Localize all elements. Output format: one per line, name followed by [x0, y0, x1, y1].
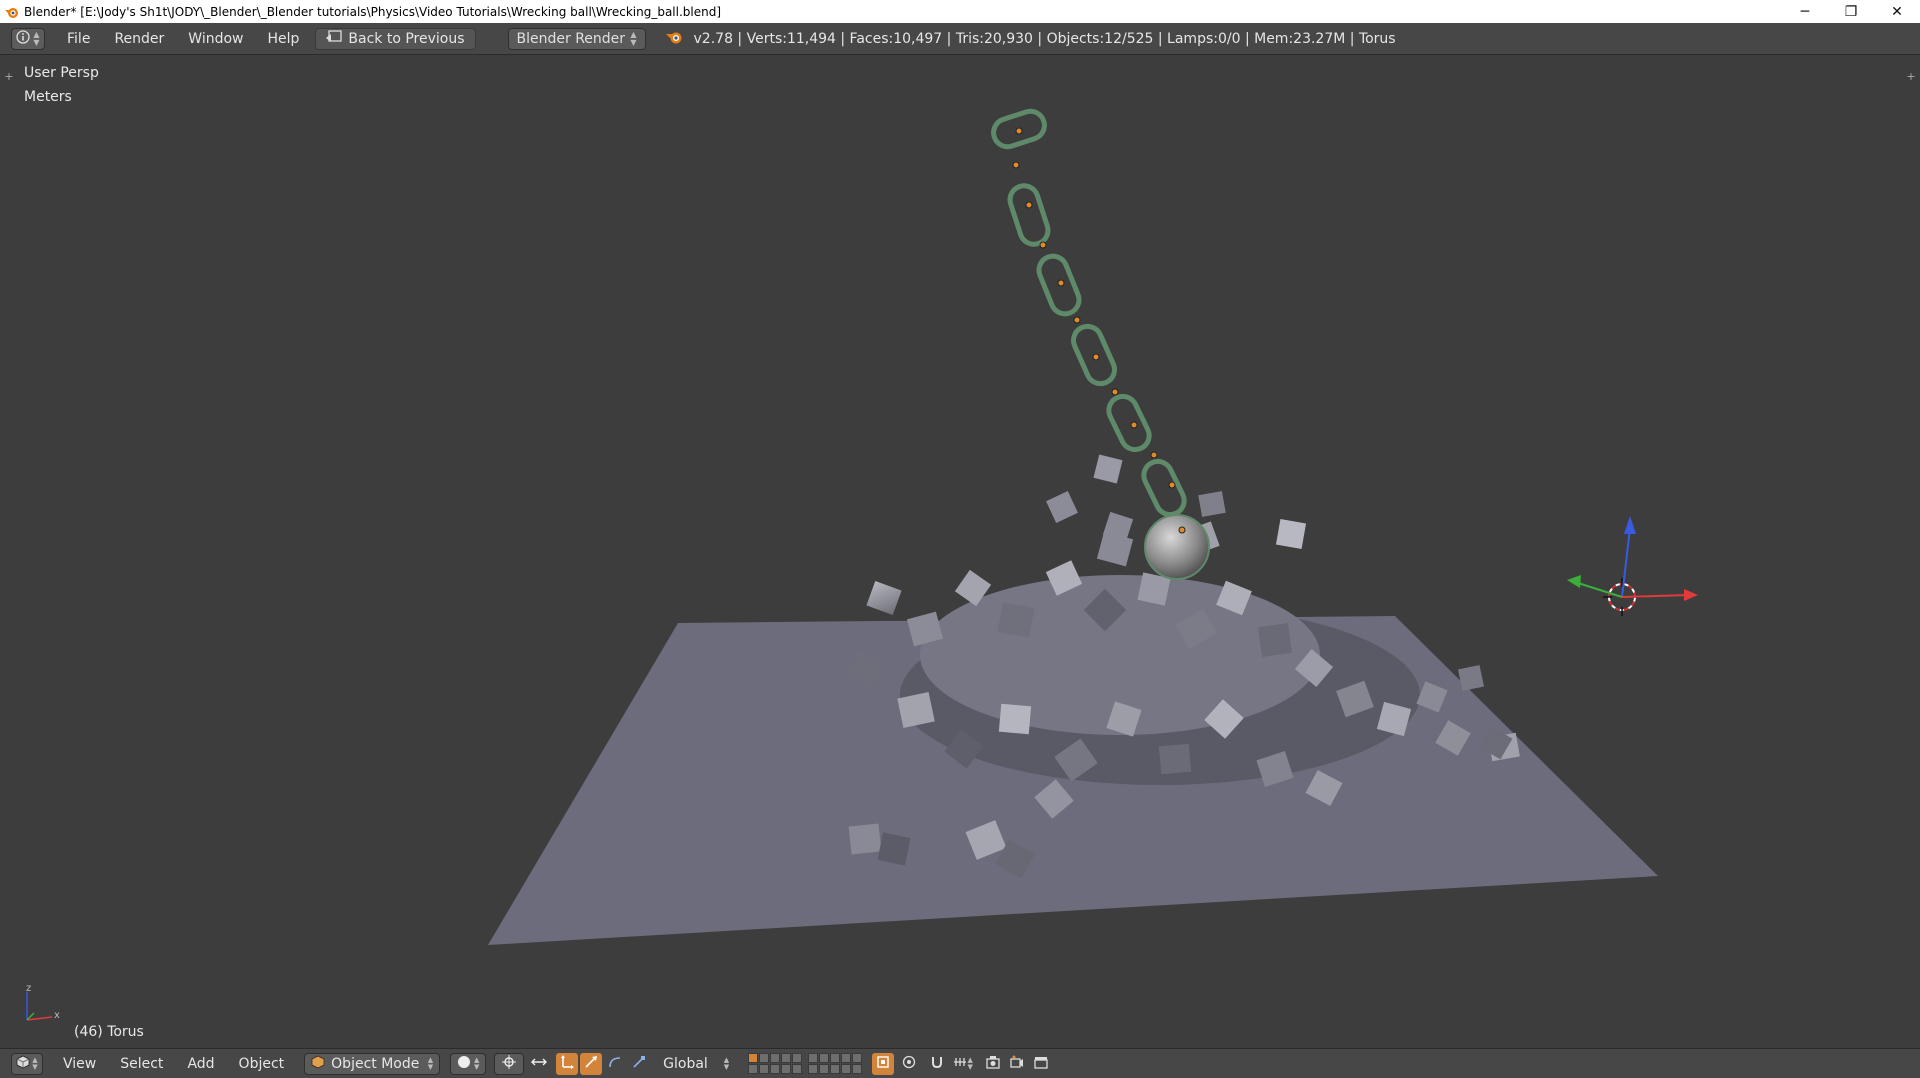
- proportional-editing-button[interactable]: [898, 1053, 920, 1075]
- rotate-icon: [584, 1055, 598, 1073]
- mode-select[interactable]: Object Mode ▲ ▼: [304, 1052, 441, 1075]
- render-engine-select[interactable]: Blender Render ▲ ▼: [507, 27, 646, 50]
- active-object-label: (46) Torus: [74, 1024, 144, 1040]
- window-title: Blender* [E:\Jody's Sh1t\JODY\_Blender\_…: [24, 4, 722, 19]
- proportional-editing-icon: [902, 1055, 916, 1073]
- blender-logo-icon: [665, 29, 684, 49]
- magnet-icon: [930, 1055, 944, 1073]
- render-opengl-image-button[interactable]: [982, 1053, 1004, 1075]
- render-animation-icon: [1010, 1055, 1024, 1073]
- layers-group-1[interactable]: [748, 1053, 803, 1074]
- close-button[interactable]: ✕: [1874, 0, 1920, 23]
- render-still-icon: [986, 1055, 1000, 1073]
- menu-object[interactable]: Object: [227, 1056, 297, 1072]
- menu-select[interactable]: Select: [108, 1056, 175, 1072]
- chevron-updown-icon: ▲ ▼: [630, 29, 637, 47]
- chevron-updown-icon: ▲ ▼: [967, 1055, 973, 1071]
- chevron-updown-icon: ▲ ▼: [33, 29, 40, 47]
- layers-group-2[interactable]: [808, 1053, 863, 1074]
- translate-icon: [560, 1054, 575, 1073]
- clapperboard-icon: [1034, 1055, 1048, 1073]
- chevron-updown-icon: ▲ ▼: [427, 1055, 434, 1071]
- scene-stats: v2.78 | Verts:11,494 | Faces:10,497 | Tr…: [665, 29, 1396, 49]
- pivot-point-select[interactable]: [494, 1052, 525, 1075]
- snap-increment-icon: [953, 1055, 967, 1073]
- viewport-shading-select[interactable]: ▲ ▼: [450, 1052, 487, 1075]
- scale-manipulator-button[interactable]: [604, 1053, 626, 1075]
- object-mode-icon: [311, 1055, 325, 1073]
- rotate-manipulator-button[interactable]: [580, 1052, 603, 1075]
- view-axis-widget: [26, 992, 53, 1021]
- axis-z-label: z: [26, 983, 32, 994]
- screen-back-icon: [326, 29, 343, 48]
- wrecking-ball: [1144, 514, 1210, 580]
- translate-manipulator-button[interactable]: [556, 1052, 579, 1075]
- menu-add[interactable]: Add: [175, 1056, 226, 1072]
- back-to-previous-label: Back to Previous: [348, 30, 465, 47]
- blender-logo-icon: [4, 4, 20, 20]
- restore-button[interactable]: ❐: [1828, 0, 1874, 23]
- editor-type-selector[interactable]: ▲ ▼: [11, 1052, 43, 1075]
- chevron-updown-icon: ▲ ▼: [32, 1055, 38, 1071]
- orientation-icon: [632, 1055, 646, 1073]
- layers-lock-icon: [876, 1055, 890, 1073]
- menu-help[interactable]: Help: [255, 31, 311, 47]
- info-icon: [16, 29, 31, 48]
- render-clapper-button[interactable]: [1030, 1053, 1052, 1075]
- menu-file[interactable]: File: [55, 31, 102, 47]
- editor-type-selector[interactable]: ▲ ▼: [11, 27, 45, 50]
- transform-orientation-select[interactable]: Global ▲ ▼: [656, 1052, 737, 1075]
- info-header: ▲ ▼ File Render Window Help Back to Previ…: [0, 23, 1920, 55]
- transform-orientation-icon-button[interactable]: [628, 1053, 650, 1075]
- menu-view[interactable]: View: [51, 1056, 108, 1072]
- scene-stats-text: v2.78 | Verts:11,494 | Faces:10,497 | Tr…: [693, 30, 1396, 47]
- scene-render: [26, 108, 1698, 1021]
- menu-window[interactable]: Window: [176, 31, 255, 47]
- snap-toggle-button[interactable]: [926, 1053, 948, 1075]
- manipulator-toggle[interactable]: [528, 1053, 550, 1075]
- back-to-previous-button[interactable]: Back to Previous: [315, 27, 476, 50]
- chevron-updown-icon: ▲ ▼: [473, 1055, 480, 1071]
- mode-value: Object Mode: [331, 1055, 420, 1072]
- minimize-button[interactable]: ─: [1782, 0, 1828, 23]
- lock-camera-layers-button[interactable]: [872, 1052, 895, 1075]
- 3d-view-icon: [16, 1055, 30, 1073]
- render-opengl-animation-button[interactable]: [1006, 1053, 1028, 1075]
- 3d-viewport[interactable]: + + User Persp Meters z x (46) Torus: [0, 55, 1920, 1048]
- 3d-view-header: ▲ ▼ View Select Add Object Object Mode ▲ ▼…: [0, 1048, 1920, 1078]
- pivot-icon: [502, 1054, 517, 1073]
- render-engine-value: Blender Render: [516, 30, 626, 47]
- scale-icon: [608, 1055, 622, 1073]
- axis-x-label: x: [54, 1010, 60, 1021]
- orientation-value: Global: [663, 1055, 708, 1072]
- chain: [991, 108, 1187, 518]
- chevron-updown-icon: ▲ ▼: [723, 1055, 730, 1071]
- snap-element-select[interactable]: ▲ ▼: [952, 1053, 974, 1075]
- solid-shading-icon: [457, 1055, 471, 1073]
- menu-render[interactable]: Render: [102, 31, 176, 47]
- window-titlebar: Blender* [E:\Jody's Sh1t\JODY\_Blender\_…: [0, 0, 1920, 23]
- manipulator-icon: [531, 1055, 548, 1073]
